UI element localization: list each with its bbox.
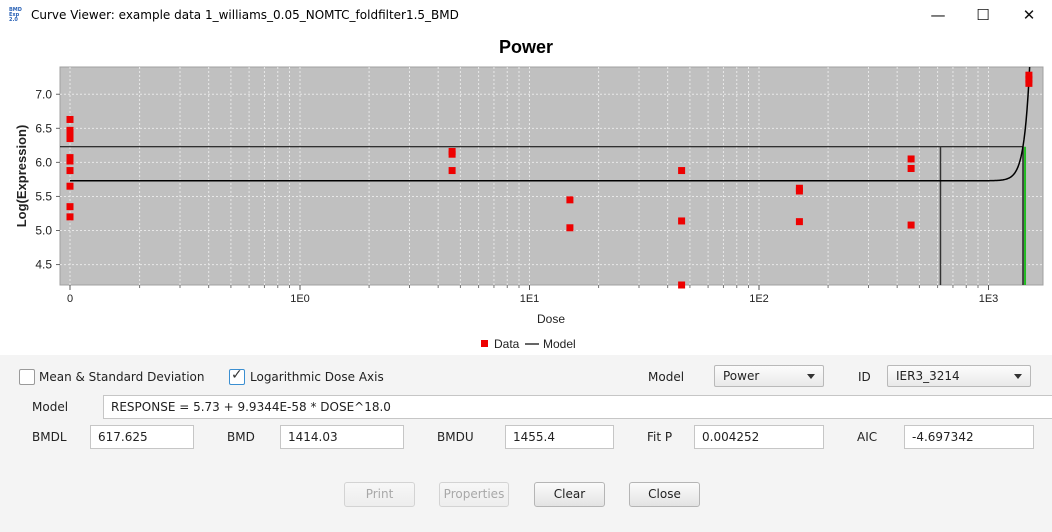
curve-chart: Power 4.5 5.0 5.5 6.0 6.5 7.0 0 1E0 1E1 1E2 1E3 Do… <box>14 37 1044 351</box>
bmd-field[interactable]: 1414.03 <box>280 425 404 449</box>
fitp-field[interactable]: 0.004252 <box>694 425 824 449</box>
close-icon: ✕ <box>1022 6 1036 24</box>
data-point <box>66 157 74 165</box>
fitp-label: Fit P <box>647 430 673 444</box>
close-dialog-button[interactable]: Close <box>629 482 700 507</box>
id-select-label: ID <box>858 370 871 384</box>
model-equation-label: Model <box>32 400 69 414</box>
data-point <box>448 150 456 158</box>
y-tick-label: 4.5 <box>35 258 52 272</box>
controls-panel: Mean & Standard Deviation ✓ Logarithmic … <box>0 355 1052 532</box>
x-tick-label: 1E0 <box>290 293 310 305</box>
data-point <box>678 167 686 175</box>
x-tick-label: 1E2 <box>749 293 769 305</box>
y-tick-label: 5.0 <box>35 224 52 238</box>
bmdu-label: BMDU <box>437 430 474 444</box>
maximize-button[interactable]: ☐ <box>960 0 1006 31</box>
y-tick-label: 5.5 <box>35 189 52 203</box>
chart-panel: Power 4.5 5.0 5.5 6.0 6.5 7.0 0 1E0 1E1 1E2 1E3 Do… <box>0 31 1052 355</box>
maximize-icon: ☐ <box>976 6 990 24</box>
mean-sd-checkbox[interactable] <box>19 369 35 385</box>
id-dropdown[interactable]: IER3_3214 <box>887 365 1031 387</box>
data-point <box>66 213 74 221</box>
model-dropdown[interactable]: Power <box>714 365 824 387</box>
app-icon: BMD Exp 2.0 <box>9 7 22 23</box>
bmd-label: BMD <box>227 430 255 444</box>
legend: Data Model <box>481 337 576 351</box>
log-axis-checkbox[interactable]: ✓ <box>229 367 245 385</box>
x-tick-label: 1E3 <box>979 293 999 305</box>
close-button[interactable]: ✕ <box>1006 0 1052 31</box>
x-tick-label: 1E1 <box>520 293 540 305</box>
title-bar: BMD Exp 2.0 Curve Viewer: example data 1_w… <box>0 0 1052 32</box>
x-tick-label: 0 <box>67 293 73 305</box>
aic-field[interactable]: -4.697342 <box>904 425 1034 449</box>
mean-sd-label: Mean & Standard Deviation <box>39 370 205 384</box>
data-point <box>66 115 74 123</box>
data-point <box>448 167 456 175</box>
print-button[interactable]: Print <box>344 482 415 507</box>
y-axis-label: Log(Expression) <box>14 125 29 228</box>
data-point <box>566 196 574 204</box>
chart-title: Power <box>499 37 553 57</box>
minimize-icon: — <box>930 6 946 24</box>
model-equation-field[interactable]: RESPONSE = 5.73 + 9.9344E-58 * DOSE^18.0 <box>103 395 1052 419</box>
legend-data-swatch <box>481 340 488 347</box>
log-axis-label: Logarithmic Dose Axis <box>250 370 384 384</box>
data-point <box>907 165 915 173</box>
id-dropdown-value: IER3_3214 <box>896 369 960 383</box>
chevron-down-icon <box>1014 374 1022 379</box>
x-axis-label: Dose <box>537 312 565 326</box>
clear-button[interactable]: Clear <box>534 482 605 507</box>
y-tick-label: 7.0 <box>35 87 52 101</box>
data-point <box>678 217 686 225</box>
y-tick-label: 6.0 <box>35 155 52 169</box>
bmdu-field[interactable]: 1455.4 <box>505 425 614 449</box>
data-point <box>795 218 803 226</box>
y-tick-label: 6.5 <box>35 121 52 135</box>
data-point <box>66 167 74 175</box>
checkmark-icon: ✓ <box>231 367 243 383</box>
window-title: Curve Viewer: example data 1_williams_0.… <box>31 8 459 22</box>
bmdl-label: BMDL <box>32 430 67 444</box>
properties-button[interactable]: Properties <box>439 482 509 507</box>
model-select-label: Model <box>648 370 685 384</box>
data-point <box>907 221 915 229</box>
data-point <box>907 155 915 163</box>
data-point <box>795 187 803 195</box>
bmdl-field[interactable]: 617.625 <box>90 425 194 449</box>
plot-background <box>59 66 1044 286</box>
legend-data-label: Data <box>494 337 520 351</box>
data-point <box>1025 79 1033 87</box>
data-point <box>66 203 74 211</box>
data-point <box>678 281 686 289</box>
data-point <box>66 182 74 190</box>
data-point <box>66 135 74 143</box>
data-point <box>566 224 574 232</box>
aic-label: AIC <box>857 430 878 444</box>
chevron-down-icon <box>807 374 815 379</box>
legend-model-label: Model <box>543 337 576 351</box>
model-dropdown-value: Power <box>723 369 760 383</box>
minimize-button[interactable]: — <box>915 0 961 31</box>
